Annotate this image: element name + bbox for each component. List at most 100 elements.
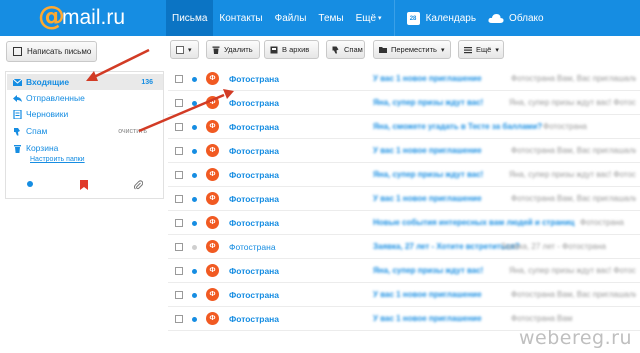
spam-label: Спам: [344, 45, 363, 54]
select-all-checkbox[interactable]: [176, 45, 184, 54]
compose-label: Написать письмо: [27, 47, 92, 56]
message-row[interactable]: Ф Фотострана Яна, супер призы ждут вас! Яна…: [168, 259, 640, 283]
read-status-dot[interactable]: [192, 221, 197, 226]
select-all-dropdown[interactable]: ▾: [170, 40, 199, 59]
compose-button[interactable]: Написать письмо: [6, 41, 97, 62]
nav-calendar[interactable]: 28 Календарь: [401, 0, 482, 36]
nav-calendar-label: Календарь: [425, 12, 477, 24]
top-bar: @ mail.ru Письма Контакты Файлы Темы Ещё…: [0, 0, 640, 36]
read-status-dot[interactable]: [192, 293, 197, 298]
message-sender: Фотострана: [229, 146, 280, 156]
archive-button[interactable]: В архив: [264, 40, 319, 59]
message-row[interactable]: Ф Фотострана У вас 1 новое приглашение Фото…: [168, 67, 640, 91]
nav-cloud-label: Облако: [509, 12, 544, 24]
sidebar-item-drafts[interactable]: Черновики: [7, 106, 163, 122]
read-status-dot[interactable]: [192, 101, 197, 106]
read-status-dot[interactable]: [192, 173, 197, 178]
message-checkbox[interactable]: [175, 315, 183, 323]
message-checkbox[interactable]: [175, 267, 183, 275]
message-checkbox[interactable]: [175, 99, 183, 107]
nav-topics[interactable]: Темы: [312, 0, 349, 36]
message-checkbox[interactable]: [175, 75, 183, 83]
more-actions-dropdown[interactable]: Ещё ▾: [458, 40, 504, 59]
read-status-dot[interactable]: [192, 197, 197, 202]
message-row[interactable]: Ф Фотострана У вас 1 новое приглашение Фото…: [168, 187, 640, 211]
flag-filter-icon[interactable]: [80, 180, 88, 192]
message-checkbox[interactable]: [175, 147, 183, 155]
sidebar-item-label: Черновики: [26, 109, 69, 119]
trash-icon: [13, 144, 22, 153]
sidebar-item-trash[interactable]: Корзина: [7, 140, 163, 156]
message-row[interactable]: Ф Фотострана Новые события интересных вам …: [168, 211, 640, 235]
read-status-dot[interactable]: [192, 125, 197, 130]
message-sender: Фотострана: [229, 74, 280, 84]
nav-letters-label: Письма: [172, 12, 208, 24]
message-preview: Фотострана Вам, Вас приглашали в группу: [511, 290, 636, 299]
folder-sidebar: Входящие 136 Отправленные Черновики Спам…: [5, 71, 164, 199]
folder-settings-link[interactable]: Настроить папки: [30, 156, 85, 163]
nav-topics-label: Темы: [318, 12, 344, 24]
nav-cloud[interactable]: Облако: [482, 0, 550, 36]
sidebar-item-label: Корзина: [26, 143, 59, 153]
unread-count: 136: [141, 78, 153, 86]
message-checkbox[interactable]: [175, 243, 183, 251]
read-status-dot[interactable]: [192, 149, 197, 154]
sender-avatar: Ф: [206, 72, 219, 85]
read-status-dot[interactable]: [192, 77, 197, 82]
clear-spam-link[interactable]: очистить: [118, 128, 147, 135]
nav-contacts[interactable]: Контакты: [213, 0, 268, 36]
message-checkbox[interactable]: [175, 195, 183, 203]
message-preview: Фотострана: [543, 122, 587, 131]
delete-button[interactable]: Удалить: [206, 40, 260, 59]
read-status-dot[interactable]: [192, 269, 197, 274]
message-row[interactable]: Ф Фотострана У вас 1 новое приглашение Фото…: [168, 283, 640, 307]
message-sender: Фотострана: [229, 194, 280, 204]
message-checkbox[interactable]: [175, 171, 183, 179]
message-subject: Заявка, 27 лет - Хотите встретиться?: [373, 242, 520, 251]
compose-icon: [13, 47, 22, 56]
message-checkbox[interactable]: [175, 123, 183, 131]
message-row[interactable]: Ф Фотострана Заявка, 27 лет - Хотите встре…: [168, 235, 640, 259]
message-checkbox[interactable]: [175, 291, 183, 299]
thumbs-down-icon: [13, 127, 22, 136]
sender-avatar: Ф: [206, 312, 219, 325]
sidebar-item-spam[interactable]: Спам очистить: [7, 123, 163, 139]
move-label: Переместить: [391, 45, 437, 54]
nav-files[interactable]: Файлы: [269, 0, 313, 36]
nav-more[interactable]: Ещё ▾: [350, 0, 388, 36]
thumbs-down-icon: [332, 46, 340, 54]
message-sender: Фотострана: [229, 290, 280, 300]
message-sender: Фотострана: [229, 98, 280, 108]
message-preview: Фотострана Вам: [511, 314, 573, 323]
nav-letters[interactable]: Письма: [166, 0, 214, 36]
chevron-down-icon: ▾: [188, 46, 192, 54]
sender-avatar: Ф: [206, 96, 219, 109]
nav-contacts-label: Контакты: [219, 12, 263, 24]
message-row[interactable]: Ф Фотострана Яна, супер призы ждут вас! Яна…: [168, 91, 640, 115]
envelope-icon: [12, 78, 23, 87]
calendar-day: 28: [409, 15, 417, 22]
read-status-dot[interactable]: [192, 245, 197, 250]
unread-filter-icon[interactable]: [26, 180, 34, 190]
message-row[interactable]: Ф Фотострана Яна, сможете угадать в Тесте …: [168, 115, 640, 139]
sidebar-item-sent[interactable]: Отправленные: [7, 90, 163, 106]
message-sender: Фотострана: [229, 122, 280, 132]
sender-avatar: Ф: [206, 120, 219, 133]
message-row[interactable]: Ф Фотострана У вас 1 новое приглашение Фото…: [168, 139, 640, 163]
calendar-icon: 28: [406, 11, 420, 25]
read-status-dot[interactable]: [192, 317, 197, 322]
message-subject: Яна, сможете угадать в Тесте за баллами?: [373, 122, 543, 131]
attachment-filter-icon[interactable]: [133, 180, 144, 192]
cloud-icon: [488, 13, 504, 24]
mailru-logo[interactable]: @ mail.ru: [38, 1, 130, 32]
message-row[interactable]: Ф Фотострана Яна, супер призы ждут вас! Яна…: [168, 163, 640, 187]
watermark: webereg.ru: [518, 327, 632, 349]
message-checkbox[interactable]: [175, 219, 183, 227]
sidebar-item-inbox[interactable]: Входящие 136: [7, 74, 163, 90]
move-dropdown[interactable]: Переместить ▾: [373, 40, 451, 59]
message-sender: Фотострана: [229, 170, 280, 180]
message-preview: Яна, супер призы ждут вас! Фотострана: [509, 170, 636, 179]
message-subject: У вас 1 новое приглашение: [373, 314, 482, 323]
spam-button[interactable]: Спам: [326, 40, 365, 59]
sender-avatar: Ф: [206, 216, 219, 229]
